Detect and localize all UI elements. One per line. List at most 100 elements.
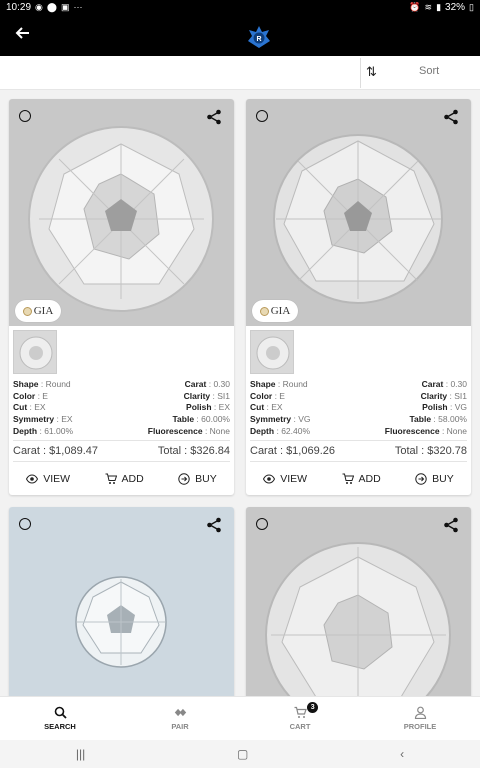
spec-shape: Round <box>282 379 308 389</box>
spec-polish: VG <box>454 402 467 413</box>
spec-cut: EX <box>271 402 283 413</box>
gallery-icon: ▣ <box>60 1 70 12</box>
spec-fluorescence: None <box>209 425 230 436</box>
spec-color: E <box>42 390 48 401</box>
diamond-card[interactable]: GIA Shape : Round Carat : 0.30 Color : EC… <box>9 99 234 495</box>
battery-percent: 32% <box>445 1 466 13</box>
spec-cut: EX <box>34 402 46 413</box>
nav-pair[interactable]: PAIR <box>120 697 240 740</box>
nav-search[interactable]: SEARCH <box>0 697 120 740</box>
back-icon[interactable]: ‹ <box>400 747 404 761</box>
cart-icon <box>342 473 354 484</box>
diamond-image[interactable]: GIA <box>9 99 234 326</box>
eye-icon <box>263 474 276 484</box>
nav-profile[interactable]: PROFILE <box>360 697 480 740</box>
price-total: Total : $326.84 <box>157 445 230 457</box>
arrow-circle-icon <box>415 473 427 485</box>
sort-button[interactable]: Sort <box>419 65 439 77</box>
whatsapp-icon: ◉ <box>35 1 43 12</box>
spec-clarity: SI1 <box>217 390 230 401</box>
system-nav-bar: ||| ▢ ‹ <box>0 740 480 768</box>
search-icon <box>54 706 67 719</box>
spec-symmetry: EX <box>61 414 73 425</box>
share-icon[interactable] <box>443 109 459 125</box>
divider <box>360 58 361 88</box>
home-icon[interactable]: ▢ <box>237 747 248 761</box>
price-row: Carat : $1,069.26 Total : $320.78 <box>250 440 467 462</box>
gia-badge: GIA <box>15 300 61 322</box>
location-icon: ⬤ <box>46 1 57 12</box>
price-total: Total : $320.78 <box>394 445 467 457</box>
view-button[interactable]: VIEW <box>263 473 307 485</box>
nav-pair-label: PAIR <box>171 722 189 731</box>
select-radio[interactable] <box>19 110 31 122</box>
share-icon[interactable] <box>443 517 459 533</box>
diamond-image[interactable]: GIA <box>246 99 471 326</box>
spec-fluorescence: None <box>446 425 467 436</box>
signal-icon: ▮ <box>436 1 442 12</box>
select-radio[interactable] <box>256 110 268 122</box>
diamond-image[interactable] <box>9 507 234 696</box>
share-icon[interactable] <box>206 109 222 125</box>
spec-polish: EX <box>218 402 230 413</box>
spec-grid: Shape : Round Carat : 0.30 Color : E Clari… <box>13 379 230 436</box>
sort-icon[interactable]: ⇅ <box>366 64 377 80</box>
spec-depth: 62.40% <box>281 425 311 436</box>
add-to-cart-button[interactable]: ADD <box>105 473 144 485</box>
diamond-illustration <box>75 576 167 668</box>
nav-search-label: SEARCH <box>44 722 76 731</box>
select-radio[interactable] <box>19 518 31 530</box>
diamond-card[interactable] <box>246 507 471 696</box>
eye-icon <box>26 474 39 484</box>
bottom-nav: SEARCH PAIR 3 CART PROFILE <box>0 696 480 740</box>
price-per-carat: Carat : $1,069.26 <box>250 445 336 457</box>
arrow-circle-icon <box>178 473 190 485</box>
nav-profile-label: PROFILE <box>403 722 437 731</box>
app-bar: R <box>0 14 480 56</box>
spec-carat: 0.30 <box>450 379 467 389</box>
diamond-card[interactable] <box>9 507 234 696</box>
diamond-thumbnail[interactable] <box>250 330 294 374</box>
spec-symmetry: VG <box>298 414 311 425</box>
back-arrow-icon[interactable] <box>12 24 34 46</box>
diamond-card[interactable]: GIA Shape : Round Carat : 0.30 Color : EC… <box>246 99 471 495</box>
price-per-carat: Carat : $1,089.47 <box>13 445 99 457</box>
gia-seal-icon <box>259 306 269 316</box>
profile-icon <box>414 706 426 719</box>
status-bar: 10:29 ◉ ⬤ ▣ ··· ⏰ ≋ ▮ 32% ▯ <box>0 0 480 14</box>
action-row: VIEW ADD BUY <box>9 466 234 492</box>
nav-cart[interactable]: 3 CART <box>240 697 360 740</box>
spec-grid: Shape : Round Carat : 0.30 Color : E Clari… <box>250 379 467 436</box>
diamond-thumbnail[interactable] <box>13 330 57 374</box>
gia-label: GIA <box>33 305 54 317</box>
spec-clarity: SI1 <box>454 390 467 401</box>
alarm-icon: ⏰ <box>409 1 421 12</box>
gia-seal-icon <box>22 306 32 316</box>
app-logo-icon: R <box>248 26 270 48</box>
more-icon: ··· <box>73 2 83 12</box>
diamond-image[interactable] <box>246 507 471 696</box>
action-row: VIEW ADD BUY <box>246 466 471 492</box>
spec-depth: 61.00% <box>44 425 74 436</box>
cart-icon <box>105 473 117 484</box>
sort-bar: ⇅ Sort <box>0 56 480 90</box>
spec-carat: 0.30 <box>213 379 230 389</box>
diamond-illustration <box>28 126 214 312</box>
share-icon[interactable] <box>206 517 222 533</box>
battery-icon: ▯ <box>469 1 474 12</box>
add-to-cart-button[interactable]: ADD <box>342 473 381 485</box>
price-row: Carat : $1,089.47 Total : $326.84 <box>13 440 230 462</box>
spec-table: 58.00% <box>438 414 467 425</box>
view-button[interactable]: VIEW <box>26 473 70 485</box>
results-list[interactable]: GIA Shape : Round Carat : 0.30 Color : EC… <box>0 90 480 696</box>
spec-color: E <box>279 390 285 401</box>
wifi-icon: ≋ <box>424 1 433 12</box>
recents-icon[interactable]: ||| <box>76 747 85 761</box>
select-radio[interactable] <box>256 518 268 530</box>
buy-button[interactable]: BUY <box>178 473 217 485</box>
logo-letter: R <box>256 36 261 43</box>
spec-table: 60.00% <box>201 414 230 425</box>
buy-button[interactable]: BUY <box>415 473 454 485</box>
diamond-illustration <box>265 542 451 696</box>
gia-label: GIA <box>270 305 291 317</box>
